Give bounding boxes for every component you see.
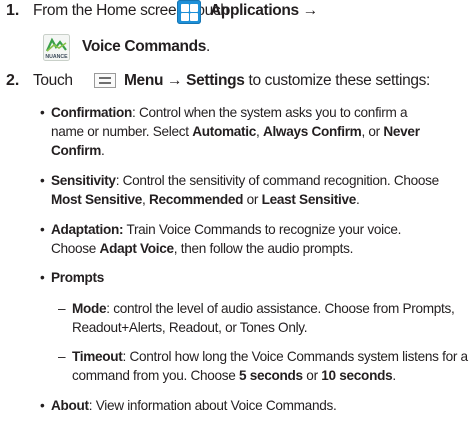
about-line-1: About: View information about Voice Comm… xyxy=(51,398,337,413)
adaptation-line-1: Adaptation: Train Voice Commands to reco… xyxy=(51,222,402,237)
applications-icon xyxy=(177,0,201,24)
bullet: • xyxy=(40,270,45,285)
dash: – xyxy=(58,301,66,316)
timeout-line-2: command from you. Choose 5 seconds or 10… xyxy=(72,368,396,383)
adaptation-line-2: Choose Adapt Voice, then follow the audi… xyxy=(51,241,354,256)
bullet: • xyxy=(40,173,45,188)
prompts-heading: Prompts xyxy=(51,270,105,285)
timeout-line-1: Timeout: Control how long the Voice Comm… xyxy=(72,349,468,364)
mode-line-1: Mode: control the level of audio assista… xyxy=(72,301,455,316)
confirmation-line-2: name or number. Select Automatic, Always… xyxy=(51,124,420,139)
step-1-number: 1. xyxy=(6,2,20,19)
dash: – xyxy=(58,349,66,364)
step-2-text: Menu → Settings to customize these setti… xyxy=(124,72,430,89)
step-2-touch: Touch xyxy=(33,72,73,89)
sensitivity-line-2: Most Sensitive, Recommended or Least Sen… xyxy=(51,192,360,207)
bullet: • xyxy=(40,398,45,413)
bullet: • xyxy=(40,105,45,120)
nuance-label: NUANCE xyxy=(45,54,68,60)
menu-icon xyxy=(94,73,116,88)
bullet: • xyxy=(40,222,45,237)
confirmation-line-3: Confirm. xyxy=(51,143,105,158)
mode-line-2: Readout+Alerts, Readout, or Tones Only. xyxy=(72,320,308,335)
step-2-number: 2. xyxy=(6,72,20,89)
voice-commands-icon: NUANCE xyxy=(43,34,70,61)
sensitivity-line-1: Sensitivity: Control the sensitivity of … xyxy=(51,173,439,188)
confirmation-line-1: Confirmation: Control when the system as… xyxy=(51,105,408,120)
step-1-applications: Applications → xyxy=(210,2,318,19)
step-1-voice-commands: Voice Commands. xyxy=(82,38,210,55)
